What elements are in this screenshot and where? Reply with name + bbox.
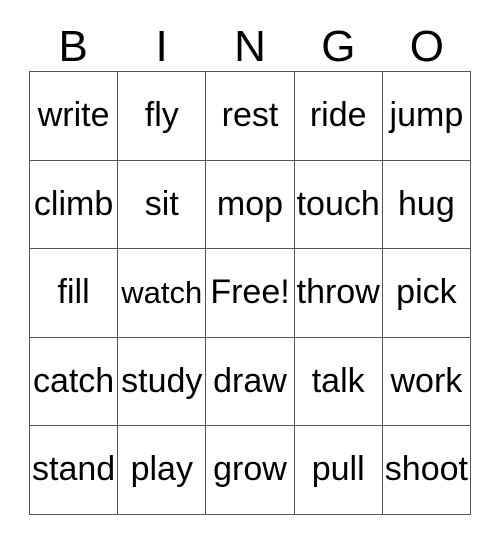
bingo-cell[interactable]: play xyxy=(118,426,207,515)
bingo-cell-label: catch xyxy=(32,361,115,400)
bingo-cell[interactable]: hug xyxy=(382,160,471,250)
bingo-header-row: B I N G O xyxy=(29,14,471,69)
bingo-cell[interactable]: catch xyxy=(30,337,119,427)
bingo-header-letter: I xyxy=(155,22,168,71)
bingo-header-letter: N xyxy=(234,22,266,71)
bingo-free-space-label: Free! xyxy=(210,273,290,312)
bingo-cell[interactable]: mop xyxy=(206,160,295,250)
bingo-cell-label: fly xyxy=(144,95,179,134)
bingo-cell-label: touch xyxy=(296,184,380,223)
bingo-cell[interactable]: ride xyxy=(294,72,383,161)
bingo-cell[interactable]: sit xyxy=(118,160,207,250)
bingo-header-cell-g: G xyxy=(294,14,382,69)
bingo-cell-label: rest xyxy=(221,95,279,134)
bingo-cell[interactable]: write xyxy=(30,72,119,161)
bingo-grid: write fly rest ride jump climb sit mop t… xyxy=(29,71,471,515)
bingo-cell-label: work xyxy=(390,361,463,400)
bingo-cell[interactable]: draw xyxy=(206,337,295,427)
bingo-cell[interactable]: grow xyxy=(206,426,295,515)
bingo-cell-label: play xyxy=(130,450,193,489)
bingo-cell[interactable]: talk xyxy=(294,337,383,427)
bingo-cell-label: shoot xyxy=(384,450,468,489)
bingo-cell-label: hug xyxy=(398,184,455,223)
bingo-cell-label: study xyxy=(121,361,203,400)
bingo-header-cell-b: B xyxy=(29,14,117,69)
bingo-cell[interactable]: pick xyxy=(382,249,471,338)
bingo-cell-label: throw xyxy=(296,273,380,312)
bingo-cell-label: jump xyxy=(389,95,464,134)
bingo-cell-label: grow xyxy=(213,450,287,489)
bingo-cell-label: stand xyxy=(32,450,116,489)
bingo-header-letter: G xyxy=(321,22,356,71)
bingo-cell-label: write xyxy=(37,95,110,134)
bingo-cell-label: pull xyxy=(311,450,365,489)
bingo-cell[interactable]: fly xyxy=(118,72,207,161)
bingo-header-cell-n: N xyxy=(206,14,294,69)
bingo-cell[interactable]: rest xyxy=(206,72,295,161)
bingo-cell[interactable]: fill xyxy=(30,249,119,338)
bingo-cell[interactable]: jump xyxy=(382,72,471,161)
bingo-cell-free[interactable]: Free! xyxy=(206,249,295,338)
bingo-cell[interactable]: climb xyxy=(30,160,119,250)
bingo-header-letter: O xyxy=(409,22,444,71)
bingo-card: B I N G O write fly rest ride jump climb… xyxy=(0,0,500,544)
bingo-header-letter: B xyxy=(58,22,88,71)
bingo-cell-label: fill xyxy=(57,273,90,312)
bingo-cell[interactable]: throw xyxy=(294,249,383,338)
bingo-cell[interactable]: watch xyxy=(118,249,207,338)
bingo-cell-label: pick xyxy=(396,273,457,312)
bingo-cell[interactable]: pull xyxy=(294,426,383,515)
bingo-cell[interactable]: work xyxy=(382,337,471,427)
bingo-cell[interactable]: shoot xyxy=(382,426,471,515)
bingo-cell-label: mop xyxy=(216,184,284,223)
bingo-cell-label: talk xyxy=(311,361,365,400)
bingo-header-cell-o: O xyxy=(383,14,471,69)
bingo-cell-label: draw xyxy=(213,361,287,400)
bingo-cell-label: climb xyxy=(33,184,114,223)
bingo-cell-label: watch xyxy=(121,274,203,310)
bingo-header-cell-i: I xyxy=(117,14,205,69)
bingo-cell-label: sit xyxy=(144,184,179,223)
bingo-cell-label: ride xyxy=(309,95,367,134)
bingo-cell[interactable]: touch xyxy=(294,160,383,250)
bingo-cell[interactable]: study xyxy=(118,337,207,427)
bingo-cell[interactable]: stand xyxy=(30,426,119,515)
